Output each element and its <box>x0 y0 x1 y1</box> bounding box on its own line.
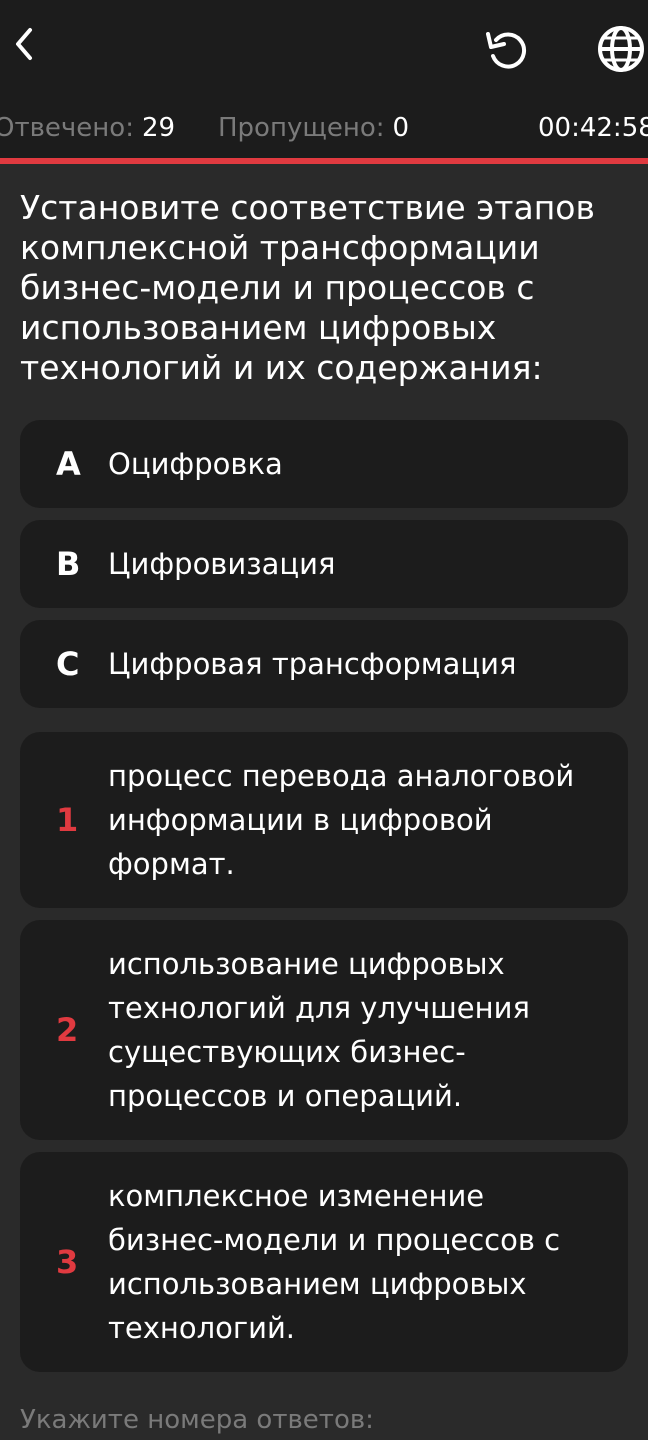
answered-counter: Отвечено: 29 <box>0 112 175 144</box>
option-letter: A <box>56 445 81 483</box>
option-card-a[interactable]: A Оцифровка <box>20 420 628 508</box>
option-letter: B <box>56 545 81 583</box>
reload-icon <box>486 32 527 69</box>
option-letter: C <box>56 645 80 683</box>
option-label: Цифровизация <box>108 547 336 581</box>
answered-label: Отвечено: <box>0 113 134 143</box>
definition-number: 1 <box>56 801 79 839</box>
definition-text: комплексное изменение бизнес-модели и пр… <box>108 1179 561 1345</box>
chevron-left-icon <box>16 28 32 60</box>
skipped-value: 0 <box>392 113 410 143</box>
definition-card-1[interactable]: 1 процесс перевода аналоговой информации… <box>20 732 628 908</box>
globe-icon <box>598 26 644 72</box>
answer-hint: Укажите номера ответов: <box>20 1405 374 1435</box>
top-bar <box>0 0 648 100</box>
definition-text: процесс перевода аналоговой информации в… <box>108 759 575 881</box>
option-card-c[interactable]: C Цифровая трансформация <box>20 620 628 708</box>
back-button[interactable] <box>4 20 44 68</box>
reload-button[interactable] <box>480 24 534 78</box>
definition-card-2[interactable]: 2 использование цифровых технологий для … <box>20 920 628 1140</box>
option-label: Оцифровка <box>108 447 283 481</box>
timer: 00:42:58 <box>538 113 648 143</box>
definition-text: использование цифровых технологий для ул… <box>108 947 530 1113</box>
option-card-b[interactable]: B Цифровизация <box>20 520 628 608</box>
progress-divider <box>0 158 648 164</box>
language-button[interactable] <box>594 22 648 76</box>
definition-number: 2 <box>56 1011 79 1049</box>
answered-value: 29 <box>141 113 176 143</box>
skipped-label: Пропущено: <box>218 113 385 143</box>
definition-number: 3 <box>56 1243 79 1281</box>
skipped-counter: Пропущено: 0 <box>218 112 409 144</box>
option-label: Цифровая трансформация <box>108 647 517 681</box>
definition-card-3[interactable]: 3 комплексное изменение бизнес-модели и … <box>20 1152 628 1372</box>
question-text: Установите соответствие этапов комплексн… <box>20 188 595 387</box>
status-bar: Отвечено: 29 Пропущено: 0 00:42:58 <box>0 100 648 160</box>
